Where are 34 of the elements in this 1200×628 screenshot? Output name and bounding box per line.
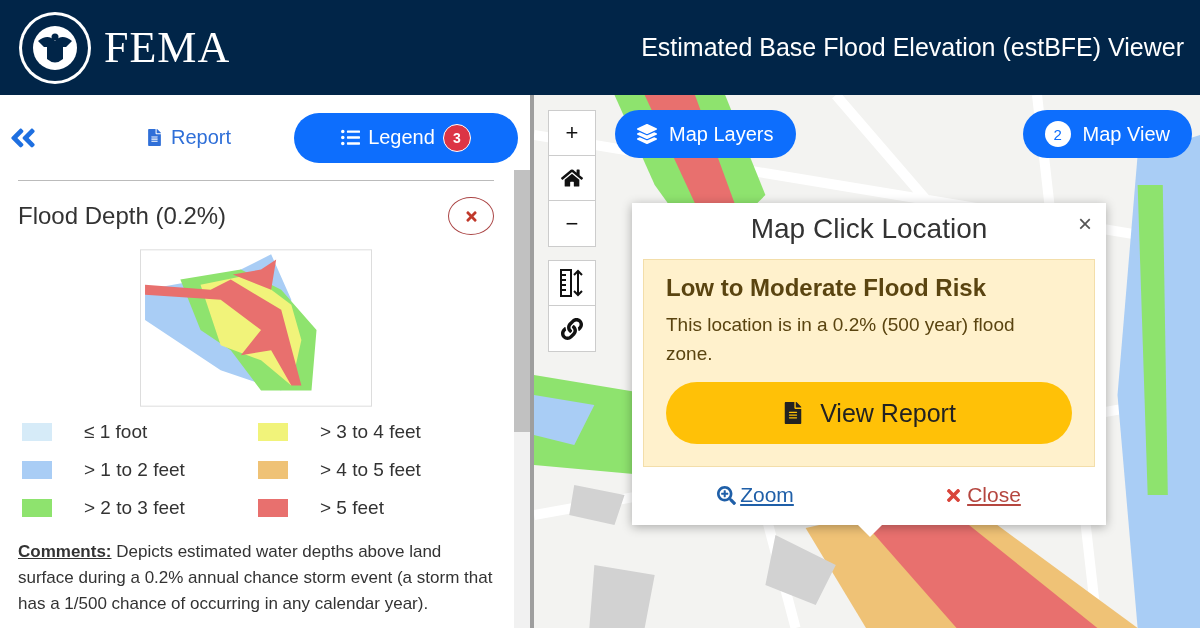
home-icon: [561, 167, 583, 189]
popup-pointer: [858, 525, 882, 537]
document-icon: [146, 129, 163, 146]
legend-label: > 4 to 5 feet: [320, 459, 421, 481]
risk-text: This location is in a 0.2% (500 year) flood zone.: [666, 313, 1016, 366]
view-report-button[interactable]: View Report: [666, 382, 1072, 444]
legend-label: > 5 feet: [320, 497, 384, 519]
zoom-in-icon: [717, 485, 737, 505]
report-tab[interactable]: Report: [130, 112, 248, 163]
map-layers-button[interactable]: Map Layers: [615, 110, 796, 158]
app-title: Estimated Base Flood Elevation (estBFE) Viewer: [641, 33, 1184, 62]
legend-label: > 2 to 3 feet: [84, 497, 185, 519]
count-badge: 3: [442, 123, 471, 152]
close-button[interactable]: ×: [1072, 209, 1098, 239]
logo-text: FEMA: [104, 22, 231, 73]
map[interactable]: + − Map Layers 2 Map View Map Click Location × Low to Moderate Flood Risk This location is in a 0.2% (500 year) flood zone. View Report Zoom Close: [534, 95, 1200, 628]
layers-icon: [637, 124, 657, 144]
list-icon: [341, 128, 361, 147]
legend-label: > 1 to 2 feet: [84, 459, 185, 481]
legend-title: Flood Depth (0.2%): [18, 202, 227, 230]
ruler-icon: [560, 269, 584, 297]
legend-label: ≤ 1 foot: [84, 421, 148, 443]
popup-title: Map Click Location: [750, 213, 988, 245]
zoom-link[interactable]: Zoom: [717, 483, 794, 507]
close-link[interactable]: Close: [944, 483, 1021, 507]
legend-tab[interactable]: Legend 3: [294, 112, 518, 163]
risk-title: Low to Moderate Flood Risk: [666, 274, 987, 302]
scrollbar-thumb[interactable]: [514, 170, 530, 432]
legend-label: > 3 to 4 feet: [320, 421, 421, 443]
remove-button[interactable]: [448, 197, 494, 235]
step-number: 2: [1044, 121, 1071, 147]
map-view-button[interactable]: 2 Map View: [1022, 110, 1192, 158]
comments-text: Comments: Depicts estimated water depths above land surface during a 0.2% annual chance storm event (a storm that has a 1/500 chance of occurring in any calendar year).: [18, 541, 494, 615]
link-icon: [561, 317, 583, 340]
